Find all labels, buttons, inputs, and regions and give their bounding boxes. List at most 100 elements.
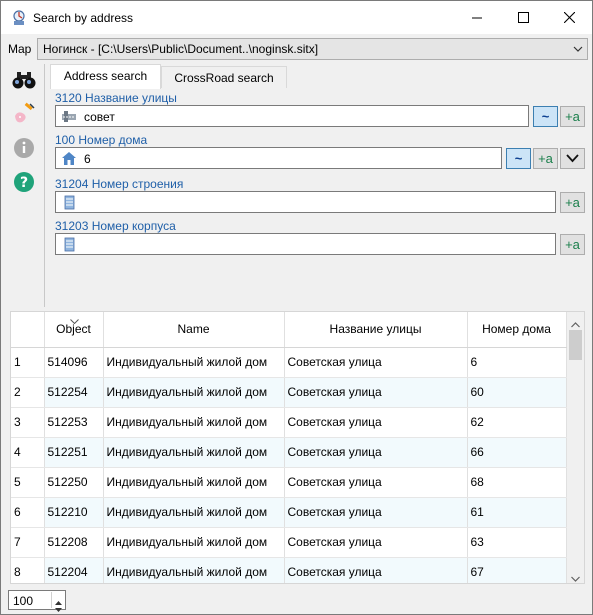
info-icon <box>13 137 35 162</box>
cell-street: Советская улица <box>284 407 468 438</box>
street-name-input[interactable]: совет <box>55 105 529 127</box>
table-row[interactable]: 8 512204 Индивидуальный жилой дом Советс… <box>11 557 567 583</box>
cell-house: 61 <box>467 497 567 528</box>
house-number-label: 100 Номер дома <box>55 133 148 147</box>
scroll-down-arrow-icon[interactable] <box>571 571 580 585</box>
building-icon <box>61 195 77 210</box>
house-fuzzy-toggle[interactable]: ~ <box>506 148 531 169</box>
table-row[interactable]: 2 512254 Индивидуальный жилой дом Советс… <box>11 377 567 408</box>
cell-house: 67 <box>467 557 567 583</box>
spin-down-icon[interactable] <box>55 601 62 615</box>
building-icon <box>61 237 77 252</box>
street-name-value: совет <box>84 110 115 124</box>
scrollbar-thumb[interactable] <box>569 330 582 360</box>
column-header-street[interactable]: Название улицы <box>284 312 468 348</box>
cell-name: Индивидуальный жилой дом <box>103 527 285 558</box>
address-search-panel: 3120 Название улицы совет ~ +a 100 Номер… <box>50 88 588 307</box>
street-fuzzy-toggle[interactable]: ~ <box>533 106 558 127</box>
svg-text:?: ? <box>20 175 28 191</box>
table-header-row: Object Name Название улицы Номер дома <box>11 312 567 348</box>
help-icon: ? <box>13 171 35 196</box>
results-table: Object Name Название улицы Номер дома 1 … <box>11 312 567 583</box>
cell-object: 512204 <box>44 557 104 583</box>
house-number-value: 6 <box>84 152 91 166</box>
grid-vertical-scrollbar[interactable] <box>567 312 584 583</box>
cell-house: 68 <box>467 467 567 498</box>
cell-house: 63 <box>467 527 567 558</box>
cell-object: 512254 <box>44 377 104 408</box>
spinner-arrows <box>51 592 64 612</box>
row-number: 8 <box>11 557 45 583</box>
clear-button[interactable] <box>11 102 37 128</box>
window-title: Search by address <box>33 11 134 25</box>
house-number-input[interactable]: 6 <box>55 147 502 169</box>
cell-street: Советская улица <box>284 527 468 558</box>
table-row[interactable]: 3 512253 Индивидуальный жилой дом Советс… <box>11 407 567 438</box>
row-number: 5 <box>11 467 45 498</box>
cell-street: Советская улица <box>284 347 468 378</box>
result-limit-value: 100 <box>13 594 34 608</box>
search-button[interactable] <box>11 68 37 94</box>
chevron-down-icon <box>573 43 583 57</box>
column-header-object[interactable]: Object <box>44 312 104 348</box>
cell-street: Советская улица <box>284 437 468 468</box>
row-number: 4 <box>11 437 45 468</box>
cell-object: 512251 <box>44 437 104 468</box>
cell-name: Индивидуальный жилой дом <box>103 557 285 583</box>
scroll-up-arrow-icon[interactable] <box>571 317 580 331</box>
cell-name: Индивидуальный жилой дом <box>103 467 285 498</box>
cell-object: 512210 <box>44 497 104 528</box>
block-number-input[interactable] <box>55 233 556 255</box>
row-number: 7 <box>11 527 45 558</box>
search-window: Search by address Map Ногинск - [C:\User… <box>0 0 593 615</box>
cell-house: 6 <box>467 347 567 378</box>
cell-object: 512250 <box>44 467 104 498</box>
tab-address-search[interactable]: Address search <box>50 64 161 89</box>
street-add-button[interactable]: +a <box>560 106 585 127</box>
title-bar: Search by address <box>1 1 592 34</box>
status-bar: 100 <box>1 587 592 614</box>
table-row[interactable]: 6 512210 Индивидуальный жилой дом Советс… <box>11 497 567 528</box>
house-icon <box>61 151 77 166</box>
row-number: 3 <box>11 407 45 438</box>
table-row[interactable]: 5 512250 Индивидуальный жилой дом Советс… <box>11 467 567 498</box>
toolbar-divider <box>44 64 45 307</box>
block-number-label: 31203 Номер корпуса <box>55 219 176 233</box>
binoculars-icon <box>11 70 37 93</box>
cell-object: 514096 <box>44 347 104 378</box>
house-expand-button[interactable] <box>560 148 585 169</box>
block-add-button[interactable]: +a <box>560 234 585 255</box>
cell-name: Индивидуальный жилой дом <box>103 497 285 528</box>
table-row[interactable]: 4 512251 Индивидуальный жилой дом Советс… <box>11 437 567 468</box>
map-label: Map <box>8 42 32 56</box>
house-add-button[interactable]: +a <box>533 148 558 169</box>
minimize-button[interactable] <box>454 1 500 34</box>
building-number-input[interactable] <box>55 191 556 213</box>
sort-indicator-icon <box>69 313 79 327</box>
tab-crossroad-search[interactable]: CrossRoad search <box>161 66 287 88</box>
street-icon <box>61 109 77 124</box>
cell-street: Советская улица <box>284 467 468 498</box>
info-button[interactable] <box>11 136 37 162</box>
street-name-label: 3120 Название улицы <box>55 91 177 105</box>
column-header-name[interactable]: Name <box>103 312 285 348</box>
table-row[interactable]: 7 512208 Индивидуальный жилой дом Советс… <box>11 527 567 558</box>
building-number-label: 31204 Номер строения <box>55 177 184 191</box>
row-number: 2 <box>11 377 45 408</box>
cell-name: Индивидуальный жилой дом <box>103 437 285 468</box>
cell-object: 512208 <box>44 527 104 558</box>
chevron-down-icon <box>566 151 579 166</box>
cell-house: 66 <box>467 437 567 468</box>
map-select[interactable]: Ногинск - [C:\Users\Public\Document..\no… <box>37 38 588 60</box>
cell-name: Индивидуальный жилой дом <box>103 347 285 378</box>
column-header-house[interactable]: Номер дома <box>467 312 567 348</box>
side-toolbar: ? <box>1 64 45 309</box>
building-add-button[interactable]: +a <box>560 192 585 213</box>
close-button[interactable] <box>546 1 592 34</box>
result-limit-spinner[interactable]: 100 <box>8 590 66 612</box>
map-row: Map Ногинск - [C:\Users\Public\Document.… <box>1 34 592 64</box>
app-icon <box>11 10 27 26</box>
maximize-button[interactable] <box>500 1 546 34</box>
table-row[interactable]: 1 514096 Индивидуальный жилой дом Советс… <box>11 347 567 378</box>
help-button[interactable]: ? <box>11 170 37 196</box>
